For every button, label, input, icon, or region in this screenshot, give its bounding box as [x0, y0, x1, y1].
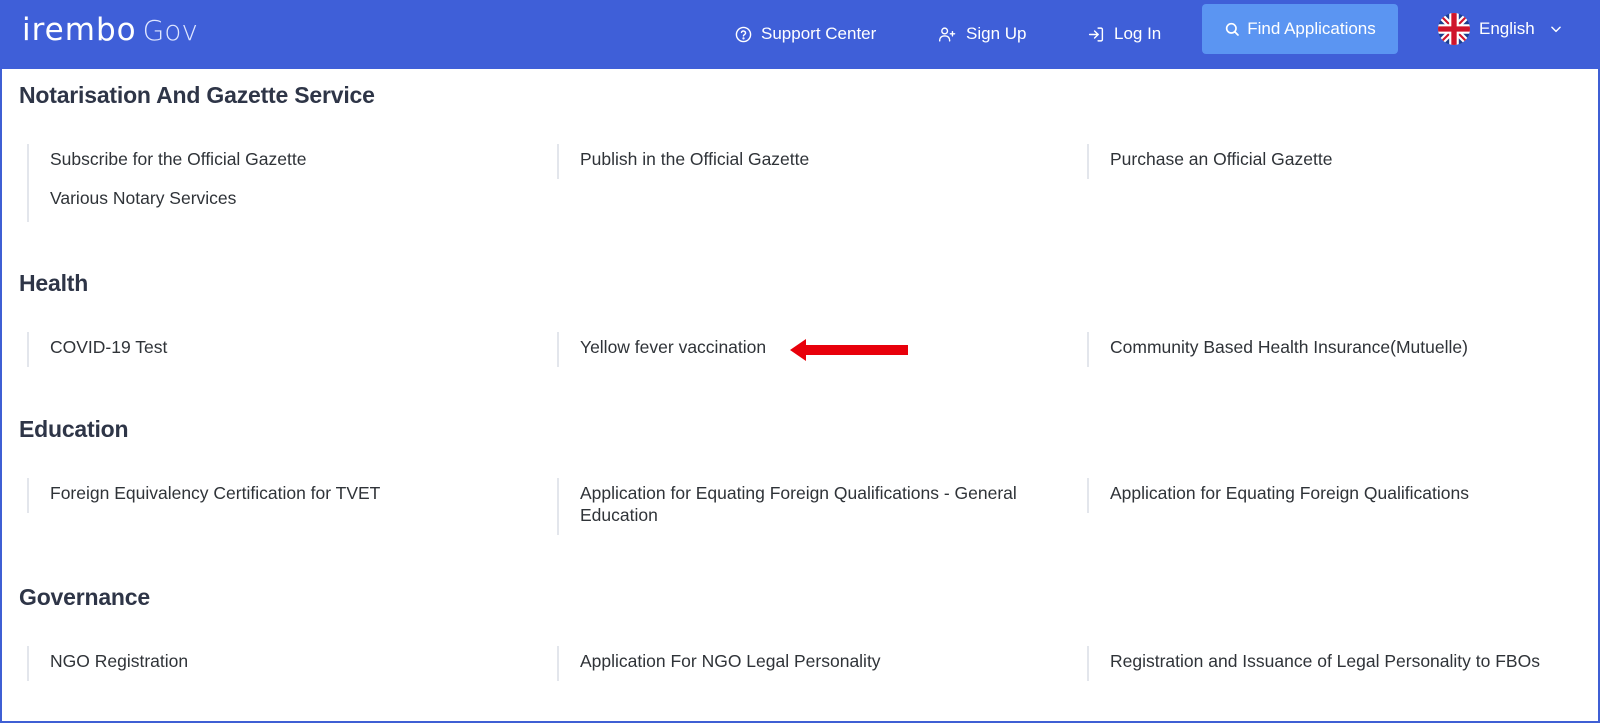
service-link-purchase-gazette[interactable]: Purchase an Official Gazette — [1087, 144, 1587, 179]
add-user-icon — [938, 26, 956, 42]
service-link-equating-foreign-qualifications[interactable]: Application for Equating Foreign Qualifi… — [1087, 478, 1587, 513]
section-title-governance: Governance — [19, 584, 150, 610]
find-applications-label: Find Applications — [1247, 19, 1376, 38]
language-label: English — [1479, 19, 1535, 38]
logo-gov: Gov — [142, 14, 198, 47]
sign-up-label: Sign Up — [966, 24, 1027, 43]
help-circle-icon — [735, 26, 752, 42]
chevron-down-icon — [1550, 26, 1561, 33]
sign-up-link[interactable]: Sign Up — [938, 17, 1026, 51]
logo-brand: irembo — [22, 12, 137, 48]
log-in-link[interactable]: Log In — [1087, 17, 1161, 51]
language-selector[interactable]: English — [1438, 12, 1563, 46]
log-in-label: Log In — [1114, 24, 1162, 43]
service-link-notary-services[interactable]: Various Notary Services — [27, 175, 527, 222]
uk-flag-icon — [1438, 13, 1470, 45]
service-link-tvet-equivalency[interactable]: Foreign Equivalency Certification for TV… — [27, 478, 527, 513]
service-link-subscribe-gazette[interactable]: Subscribe for the Official Gazette — [27, 144, 527, 175]
section-title-education: Education — [19, 416, 129, 442]
top-navbar: irembo Gov Support Center Sign Up Log In… — [0, 0, 1600, 69]
support-center-label: Support Center — [761, 24, 877, 43]
service-link-fbo-legal-personality[interactable]: Registration and Issuance of Legal Perso… — [1087, 646, 1587, 681]
service-link-ngo-legal-personality[interactable]: Application For NGO Legal Personality — [557, 646, 1057, 681]
find-applications-button[interactable]: Find Applications — [1202, 4, 1398, 54]
service-link-publish-gazette[interactable]: Publish in the Official Gazette — [557, 144, 1057, 179]
service-link-equating-general-education[interactable]: Application for Equating Foreign Qualifi… — [557, 478, 1057, 535]
section-title-notarisation: Notarisation And Gazette Service — [19, 82, 375, 108]
search-icon — [1226, 22, 1240, 36]
section-title-health: Health — [19, 270, 89, 296]
service-link-covid-test[interactable]: COVID-19 Test — [27, 332, 527, 367]
red-arrow-annotation — [790, 339, 908, 361]
login-icon — [1088, 26, 1104, 42]
support-center-link[interactable]: Support Center — [735, 17, 876, 51]
irembo-gov-logo[interactable]: irembo Gov — [22, 12, 198, 48]
service-link-cbhi-mutuelle[interactable]: Community Based Health Insurance(Mutuell… — [1087, 332, 1587, 367]
service-link-ngo-registration[interactable]: NGO Registration — [27, 646, 527, 681]
